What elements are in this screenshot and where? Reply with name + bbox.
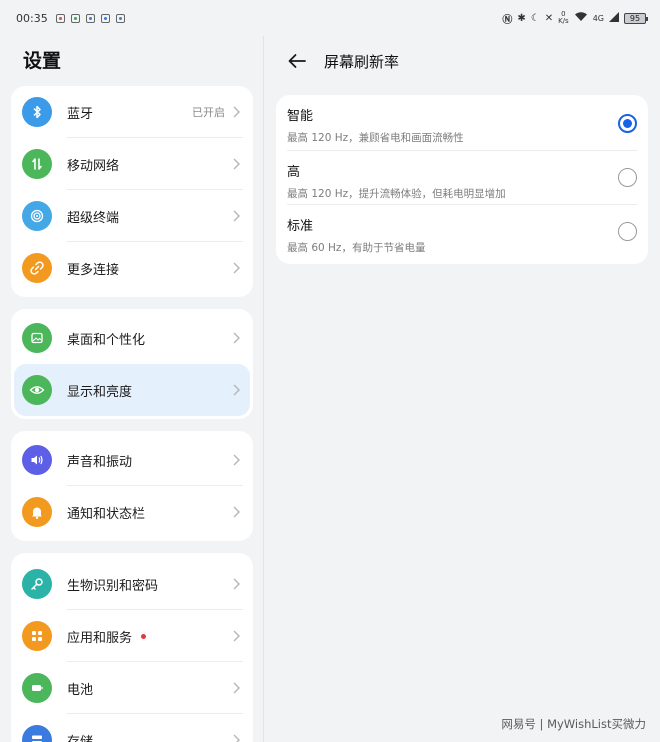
settings-item-label: 超级终端 — [67, 210, 120, 226]
refresh-option-smart[interactable]: 智能 最高 120 Hz，兼顾省电和画面流畅性 — [276, 95, 648, 151]
mobile-data-icon — [22, 149, 52, 179]
chevron-right-icon — [233, 454, 240, 466]
watermark: 网易号 | MyWishList买微力 — [501, 717, 646, 731]
settings-item-more-connections[interactable]: 更多连接 — [11, 242, 253, 294]
settings-item-mobile-network[interactable]: 移动网络 — [11, 138, 253, 190]
nfc-icon: Ⓝ — [502, 14, 513, 26]
chevron-right-icon — [233, 384, 240, 396]
chevron-right-icon — [233, 578, 240, 590]
settings-item-apps-services[interactable]: 应用和服务 — [11, 610, 253, 662]
status-bar: 00:35 Ⓝ ✱ ☾ ✕ 0 K/s 4G 95 — [0, 0, 660, 36]
notification-icon — [100, 13, 110, 23]
option-title: 智能 — [287, 109, 314, 124]
super-device-icon — [22, 201, 52, 231]
status-time: 00:35 — [16, 11, 48, 25]
chevron-right-icon — [233, 262, 240, 274]
settings-item-label: 显示和亮度 — [67, 384, 133, 400]
battery-indicator: 95 — [624, 12, 648, 24]
eye-icon — [22, 375, 52, 405]
settings-item-label: 电池 — [67, 682, 94, 698]
settings-title: 设置 — [23, 50, 62, 72]
settings-item-bluetooth[interactable]: 蓝牙 已开启 — [11, 86, 253, 138]
settings-item-desktop[interactable]: 桌面和个性化 — [11, 312, 253, 364]
settings-item-label: 应用和服务 — [67, 630, 133, 646]
notification-icon — [55, 13, 65, 23]
notification-icon — [85, 13, 95, 23]
mute-icon: ✕ — [544, 12, 554, 24]
settings-item-label: 通知和状态栏 — [67, 506, 146, 522]
link-icon — [22, 253, 52, 283]
refresh-option-standard[interactable]: 标准 最高 60 Hz，有助于节省电量 — [276, 205, 648, 259]
chevron-right-icon — [233, 210, 240, 222]
speaker-icon — [22, 445, 52, 475]
settings-group-security: 生物识别和密码 应用和服务 电池 存储 — [11, 553, 253, 742]
settings-item-label: 移动网络 — [67, 158, 120, 174]
refresh-option-high[interactable]: 高 最高 120 Hz，提升流畅体验，但耗电明显增加 — [276, 151, 648, 205]
settings-item-super-device[interactable]: 超级终端 — [11, 190, 253, 242]
signal-icon — [609, 11, 619, 25]
moon-icon: ☾ — [530, 12, 540, 24]
radio-button[interactable] — [618, 222, 637, 241]
settings-item-battery[interactable]: 电池 — [11, 662, 253, 714]
chevron-right-icon — [233, 734, 240, 742]
pane-divider — [263, 36, 264, 742]
chevron-right-icon — [233, 332, 240, 344]
settings-item-display-brightness[interactable]: 显示和亮度 — [14, 364, 250, 416]
notification-icon — [70, 13, 80, 23]
chevron-right-icon — [233, 506, 240, 518]
key-icon — [22, 569, 52, 599]
refresh-rate-options: 智能 最高 120 Hz，兼顾省电和画面流畅性 高 最高 120 Hz，提升流畅… — [276, 95, 648, 264]
option-description: 最高 120 Hz，提升流畅体验，但耗电明显增加 — [287, 188, 506, 200]
page-title: 屏幕刷新率 — [324, 53, 400, 71]
settings-group-connectivity: 蓝牙 已开启 移动网络 超级终端 更多连接 — [11, 86, 253, 297]
option-title: 高 — [287, 165, 301, 180]
bluetooth-status-icon: ✱ — [517, 12, 526, 24]
storage-icon — [22, 725, 52, 742]
settings-item-notifications[interactable]: 通知和状态栏 — [11, 486, 253, 538]
back-arrow-icon[interactable] — [286, 50, 308, 72]
battery-icon — [22, 673, 52, 703]
option-description: 最高 120 Hz，兼顾省电和画面流畅性 — [287, 132, 464, 144]
chevron-right-icon — [233, 106, 240, 118]
settings-item-label: 蓝牙 — [67, 106, 94, 122]
notification-icon — [115, 13, 125, 23]
network-speed: 0 K/s — [558, 10, 569, 25]
radio-button-selected[interactable] — [618, 114, 637, 133]
settings-item-value: 已开启 — [192, 106, 225, 119]
settings-item-label: 生物识别和密码 — [67, 578, 159, 594]
bell-icon — [22, 497, 52, 527]
settings-item-label: 更多连接 — [67, 262, 120, 278]
settings-item-sound[interactable]: 声音和振动 — [11, 434, 253, 486]
settings-item-storage[interactable]: 存储 — [11, 714, 253, 742]
option-title: 标准 — [287, 219, 314, 234]
wifi-icon — [574, 11, 588, 25]
settings-group-sound: 声音和振动 通知和状态栏 — [11, 431, 253, 541]
settings-item-label: 存储 — [67, 734, 94, 742]
radio-button[interactable] — [618, 168, 637, 187]
bluetooth-icon — [22, 97, 52, 127]
signal-label: 4G — [592, 13, 604, 23]
wallpaper-icon — [22, 323, 52, 353]
chevron-right-icon — [233, 158, 240, 170]
settings-group-display: 桌面和个性化 显示和亮度 — [11, 309, 253, 419]
chevron-right-icon — [233, 682, 240, 694]
notification-badge — [141, 633, 147, 639]
settings-item-label: 声音和振动 — [67, 454, 133, 470]
chevron-right-icon — [233, 630, 240, 642]
settings-item-biometrics[interactable]: 生物识别和密码 — [11, 558, 253, 610]
settings-item-label: 桌面和个性化 — [67, 332, 146, 348]
apps-icon — [22, 621, 52, 651]
option-description: 最高 60 Hz，有助于节省电量 — [287, 242, 426, 254]
